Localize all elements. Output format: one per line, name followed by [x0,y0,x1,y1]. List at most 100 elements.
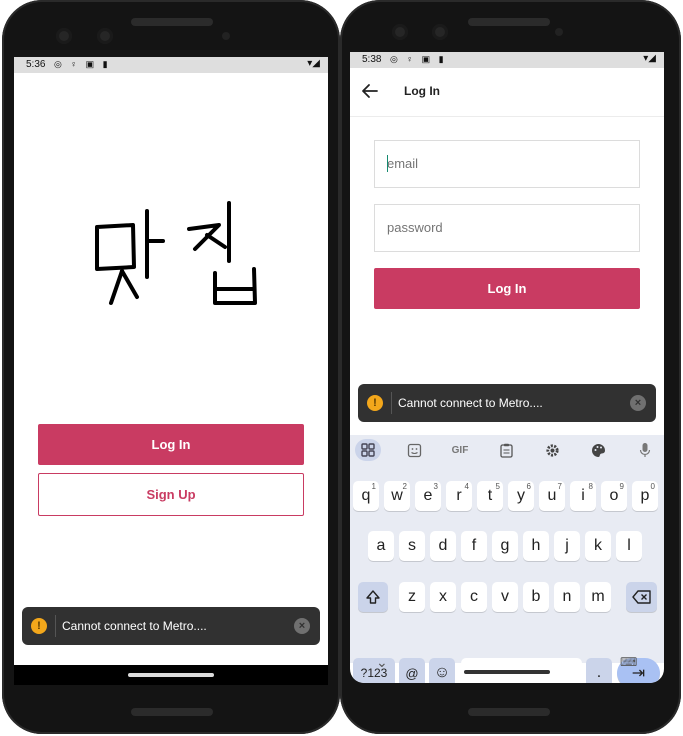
key-number-hint: 6 [526,482,531,491]
right-proximity-sensor [555,28,563,36]
key-number-hint: 2 [402,482,407,491]
key-l[interactable]: l [616,531,642,561]
logo-text: 맛집 [174,257,176,260]
key-letter: u [547,487,557,504]
key-h[interactable]: h [523,531,549,561]
app-logo: 맛집 [95,201,257,305]
key-m[interactable]: m [585,582,611,612]
keyboard-toolbar: GIF [350,435,664,465]
left-proximity-sensor [222,32,230,40]
status-bar: 5:38 ◎ ♀ ▣ ▮ ▾◢ [350,52,664,68]
left-sensor [97,28,113,44]
password-input[interactable] [387,220,617,235]
key-j[interactable]: j [554,531,580,561]
login-submit-button[interactable]: Log In [374,268,640,309]
email-input[interactable] [387,156,617,171]
email-field[interactable] [374,140,640,188]
key-n[interactable]: n [554,582,580,612]
logo-stroke-1 [95,223,136,271]
key-e[interactable]: e3 [415,481,441,511]
key-number-hint: 4 [464,482,469,491]
key-letter: e [423,487,433,504]
key-o[interactable]: o9 [601,481,627,511]
key-t[interactable]: t5 [477,481,503,511]
clipboard-icon[interactable] [494,439,518,461]
key-letter: i [581,487,585,504]
key-letter: q [361,487,371,504]
settings-icon[interactable] [540,439,564,461]
key-d[interactable]: d [430,531,456,561]
key-u[interactable]: u7 [539,481,565,511]
sticker-icon[interactable] [402,439,426,461]
hide-keyboard-icon[interactable]: ⌄ [376,654,388,671]
key-r[interactable]: r4 [446,481,472,511]
key-number-hint: 0 [650,482,655,491]
key-letter: t [487,487,493,504]
gif-button[interactable]: GIF [448,439,472,461]
logo-stroke-6 [187,223,221,251]
key-k[interactable]: k [585,531,611,561]
toast-close-icon[interactable]: × [294,618,310,634]
login-button[interactable]: Log In [38,424,304,465]
key-b[interactable]: b [523,582,549,612]
home-handle[interactable] [464,670,550,674]
home-handle[interactable] [128,673,214,677]
key-number-hint: 8 [588,482,593,491]
key-v[interactable]: v [492,582,518,612]
key-letter: y [517,487,525,504]
status-time: 5:38 [362,54,382,65]
key-a[interactable]: a [368,531,394,561]
apps-grid-icon[interactable] [355,439,381,461]
soft-keyboard: GIF q1w2e3r4t5y6u7i8o9p0 asdfghjkl zxcvb… [350,435,664,683]
page-title: Log In [404,84,440,98]
right-sensor [432,24,448,40]
key-number-hint: 3 [433,482,438,491]
warning-icon: ! [367,395,383,411]
key-letter: r [456,487,462,504]
mic-icon[interactable] [633,439,657,461]
password-field[interactable] [374,204,640,252]
key-c[interactable]: c [461,582,487,612]
shift-key[interactable] [358,582,388,612]
key-letter: w [391,487,403,504]
toast-message: Cannot connect to Metro.... [398,396,543,410]
backspace-key[interactable] [626,582,657,612]
app-header: Log In [350,68,664,117]
toast-close-icon[interactable]: × [630,395,646,411]
key-x[interactable]: x [430,582,456,612]
left-speaker [131,18,213,26]
key-p[interactable]: p0 [632,481,658,511]
back-arrow-icon[interactable] [360,81,380,101]
text-cursor [387,155,388,172]
left-front-camera [56,28,72,44]
key-q[interactable]: q1 [353,481,379,511]
status-notification-icons: ◎ ♀ ▣ ▮ [54,59,111,69]
logo-stroke-7 [205,233,227,249]
signup-button[interactable]: Sign Up [38,473,304,516]
key-number-hint: 9 [619,482,624,491]
palette-icon[interactable] [586,439,610,461]
key-s[interactable]: s [399,531,425,561]
wifi-signal-icon: ▾◢ [643,53,656,64]
toast-divider [55,615,56,637]
switch-keyboard-icon[interactable]: ⌨ [620,655,637,669]
key-i[interactable]: i8 [570,481,596,511]
key-g[interactable]: g [492,531,518,561]
key-w[interactable]: w2 [384,481,410,511]
logo-stroke-9 [213,267,257,305]
right-bottom-speaker [468,708,550,716]
status-time: 5:36 [26,59,46,70]
key-number-hint: 7 [557,482,562,491]
key-z[interactable]: z [399,582,425,612]
right-speaker [468,18,550,26]
error-toast[interactable]: ! Cannot connect to Metro.... × [358,384,656,422]
key-f[interactable]: f [461,531,487,561]
status-bar: 5:36 ◎ ♀ ▣ ▮ ▾◢ [14,57,328,73]
key-y[interactable]: y6 [508,481,534,511]
error-toast[interactable]: ! Cannot connect to Metro.... × [22,607,320,645]
key-number-hint: 5 [495,482,500,491]
right-screen: 5:38 ◎ ♀ ▣ ▮ ▾◢ Log In Log In ! Cannot c… [350,52,664,683]
warning-icon: ! [31,618,47,634]
key-letter: p [640,487,650,504]
logo-stroke-4 [109,269,124,305]
